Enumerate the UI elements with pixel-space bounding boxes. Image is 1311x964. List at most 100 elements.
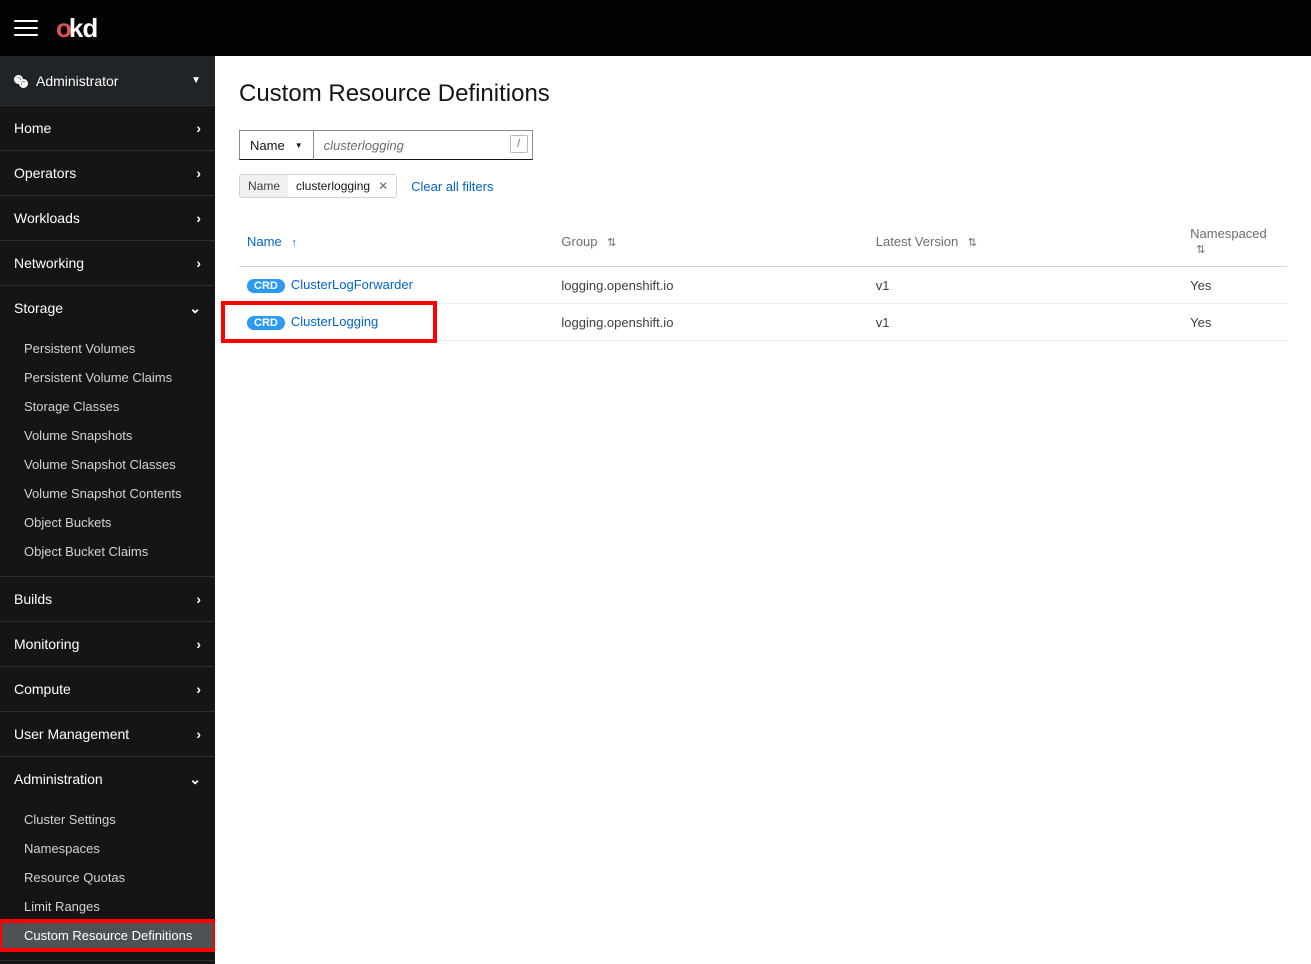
nav-sub-item-cluster-settings[interactable]: Cluster Settings: [0, 805, 215, 834]
chevron-right-icon: ›: [196, 591, 201, 607]
nav-section: Builds›: [0, 577, 215, 622]
chevron-right-icon: ›: [196, 726, 201, 742]
nav-item-operators[interactable]: Operators›: [0, 151, 215, 195]
nav-section: Monitoring›: [0, 622, 215, 667]
body-row: Administrator ▼ Home›Operators›Workloads…: [0, 56, 1311, 964]
nav-item-networking[interactable]: Networking›: [0, 241, 215, 285]
chevron-down-icon: ⌄: [189, 771, 201, 788]
nav-item-label: Builds: [14, 591, 196, 607]
page-title: Custom Resource Definitions: [239, 80, 1287, 108]
col-version-header[interactable]: Latest Version ⇅: [868, 216, 1182, 267]
sort-asc-icon: ↑: [291, 237, 297, 249]
sort-none-icon: ⇅: [968, 237, 977, 249]
main-content: Custom Resource Definitions Name ▼ / Nam…: [215, 56, 1311, 964]
nav-section: User Management›: [0, 712, 215, 757]
nav-sub-item-persistent-volumes[interactable]: Persistent Volumes: [0, 334, 215, 363]
nav-section: Networking›: [0, 241, 215, 286]
nav-item-monitoring[interactable]: Monitoring›: [0, 622, 215, 666]
nav-item-label: Operators: [14, 165, 196, 181]
nav-item-workloads[interactable]: Workloads›: [0, 196, 215, 240]
cell-name: CRD ClusterLogging: [239, 304, 553, 341]
nav-item-builds[interactable]: Builds›: [0, 577, 215, 621]
logo-kd: kd: [69, 13, 97, 44]
nav-section: Operators›: [0, 151, 215, 196]
nav-sub-item-volume-snapshots[interactable]: Volume Snapshots: [0, 421, 215, 450]
nav-sub-item-object-buckets[interactable]: Object Buckets: [0, 508, 215, 537]
chevron-right-icon: ›: [196, 210, 201, 226]
nav-sub-list: Persistent VolumesPersistent Volume Clai…: [0, 330, 215, 576]
nav-sub-item-limit-ranges[interactable]: Limit Ranges: [0, 892, 215, 921]
filter-toolbar: Name ▼ /: [239, 130, 1287, 160]
resource-link[interactable]: ClusterLogging: [291, 314, 378, 329]
filter-chip: Name clusterlogging ✕: [239, 174, 397, 198]
nav-sub-item-resource-quotas[interactable]: Resource Quotas: [0, 863, 215, 892]
nav-item-label: Monitoring: [14, 636, 196, 652]
brand-logo: o kd: [56, 13, 97, 44]
nav-toggle-button[interactable]: [14, 16, 38, 40]
nav-item-storage[interactable]: Storage⌄: [0, 286, 215, 330]
resource-link[interactable]: ClusterLogForwarder: [291, 277, 413, 292]
perspective-label: Administrator: [36, 73, 191, 89]
cogs-icon: [14, 74, 28, 88]
cell-namespaced: Yes: [1182, 267, 1287, 304]
nav-item-compute[interactable]: Compute›: [0, 667, 215, 711]
table-row: CRDClusterLogginglogging.openshift.iov1Y…: [239, 304, 1287, 341]
nav-item-label: Home: [14, 120, 196, 136]
nav-item-user-management[interactable]: User Management›: [0, 712, 215, 756]
chip-value: clusterlogging: [288, 175, 376, 197]
nav-item-label: Networking: [14, 255, 196, 271]
nav-sub-item-persistent-volume-claims[interactable]: Persistent Volume Claims: [0, 363, 215, 392]
cell-version: v1: [868, 267, 1182, 304]
chevron-right-icon: ›: [196, 255, 201, 271]
nav-sub-item-volume-snapshot-classes[interactable]: Volume Snapshot Classes: [0, 450, 215, 479]
filter-chips-row: Name clusterlogging ✕ Clear all filters: [239, 174, 1287, 198]
caret-down-icon: ▼: [295, 141, 303, 150]
cell-group: logging.openshift.io: [553, 304, 867, 341]
nav-sub-item-storage-classes[interactable]: Storage Classes: [0, 392, 215, 421]
filter-input-wrap: /: [313, 130, 533, 160]
sort-none-icon: ⇅: [607, 237, 616, 249]
table-header-row: Name ↑ Group ⇅ Latest Version ⇅ Namespac…: [239, 216, 1287, 267]
cell-group: logging.openshift.io: [553, 267, 867, 304]
chip-remove-button[interactable]: ✕: [376, 175, 396, 197]
nav-item-label: User Management: [14, 726, 196, 742]
nav-section: Storage⌄Persistent VolumesPersistent Vol…: [0, 286, 215, 577]
nav-section: Compute›: [0, 667, 215, 712]
keyboard-shortcut-badge: /: [510, 135, 528, 153]
resource-badge: CRD: [247, 316, 285, 330]
nav-sub-item-custom-resource-definitions[interactable]: Custom Resource Definitions: [0, 921, 215, 950]
masthead: o kd: [0, 0, 1311, 56]
filter-type-dropdown[interactable]: Name ▼: [239, 130, 313, 160]
nav-section: Home›: [0, 106, 215, 151]
nav-item-label: Compute: [14, 681, 196, 697]
col-group-header[interactable]: Group ⇅: [553, 216, 867, 267]
perspective-switcher[interactable]: Administrator ▼: [0, 56, 215, 106]
filter-input[interactable]: [314, 131, 532, 159]
chevron-right-icon: ›: [196, 120, 201, 136]
nav-sub-list: Cluster SettingsNamespacesResource Quota…: [0, 801, 215, 960]
sidebar: Administrator ▼ Home›Operators›Workloads…: [0, 56, 215, 964]
nav-section: Administration⌄Cluster SettingsNamespace…: [0, 757, 215, 961]
filter-type-label: Name: [250, 138, 285, 153]
chevron-down-icon: ⌄: [189, 300, 201, 317]
crd-table: Name ↑ Group ⇅ Latest Version ⇅ Namespac…: [239, 216, 1287, 341]
cell-namespaced: Yes: [1182, 304, 1287, 341]
col-ns-header[interactable]: Namespaced ⇅: [1182, 216, 1287, 267]
cell-name: CRD ClusterLogForwarder: [239, 267, 553, 304]
nav-sub-item-namespaces[interactable]: Namespaces: [0, 834, 215, 863]
chip-label: Name: [240, 175, 288, 197]
col-name-header[interactable]: Name ↑: [239, 216, 553, 267]
chevron-right-icon: ›: [196, 636, 201, 652]
nav-sub-item-volume-snapshot-contents[interactable]: Volume Snapshot Contents: [0, 479, 215, 508]
nav-sub-item-object-bucket-claims[interactable]: Object Bucket Claims: [0, 537, 215, 566]
nav-item-label: Storage: [14, 300, 189, 316]
nav-item-label: Administration: [14, 771, 189, 787]
chevron-right-icon: ›: [196, 165, 201, 181]
table-row: CRD ClusterLogForwarder logging.openshift.…: [239, 267, 1287, 304]
sort-none-icon: ⇅: [1196, 244, 1205, 256]
chevron-right-icon: ›: [196, 681, 201, 697]
nav-item-administration[interactable]: Administration⌄: [0, 757, 215, 801]
nav-item-home[interactable]: Home›: [0, 106, 215, 150]
resource-badge: CRD: [247, 279, 285, 293]
clear-all-filters-link[interactable]: Clear all filters: [411, 179, 493, 194]
